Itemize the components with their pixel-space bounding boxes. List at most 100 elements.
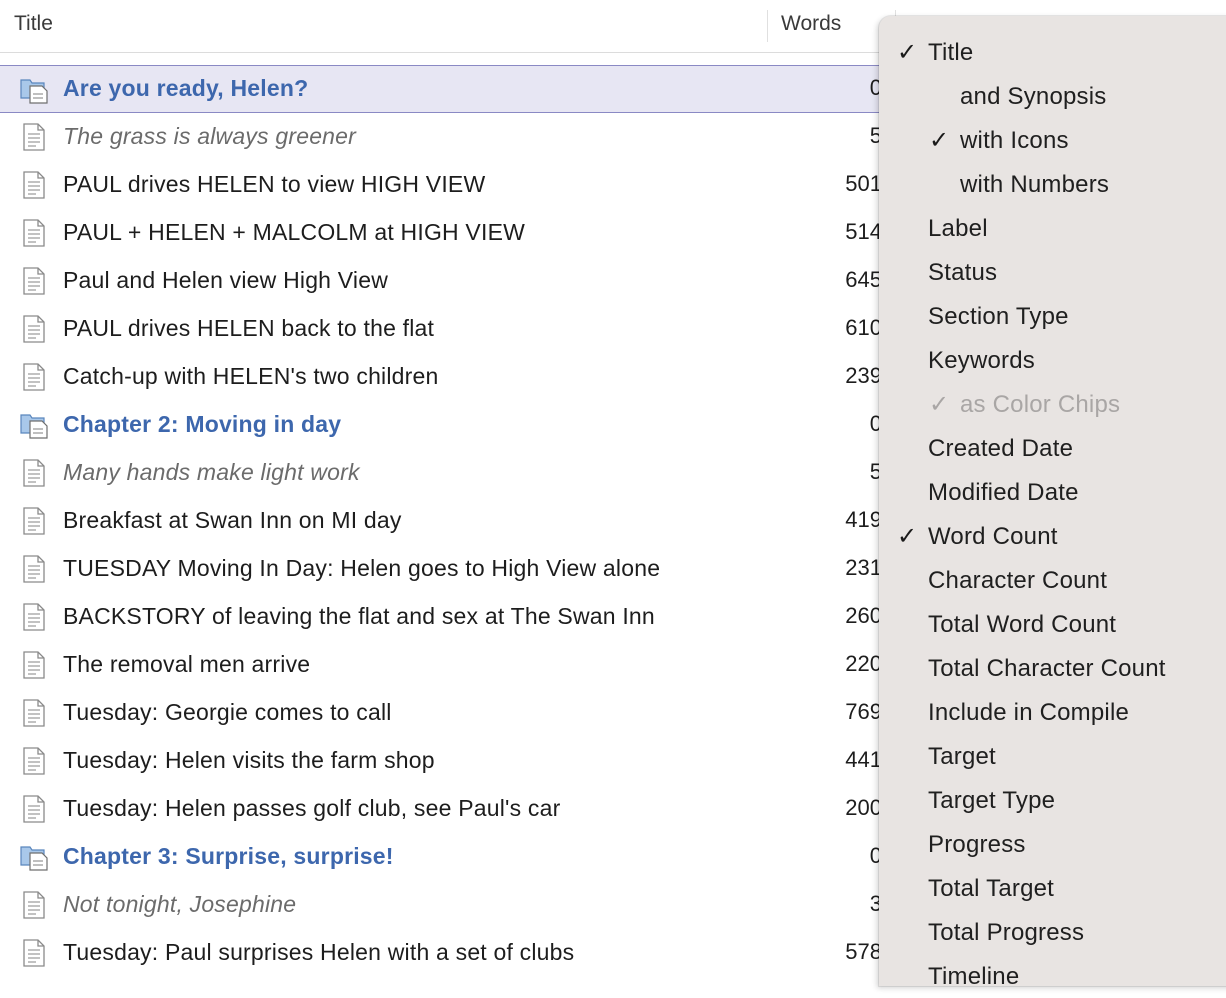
menu-item-title[interactable]: ✓ Title (879, 30, 1226, 74)
word-count: 200 (845, 795, 882, 820)
word-count: 3 (869, 891, 882, 916)
row-title: Many hands make light work (63, 459, 360, 485)
menu-item-label: Keywords (928, 347, 1035, 374)
menu-item-label: Status (928, 259, 998, 286)
menu-item-total-character-count[interactable]: Total Character Count (879, 646, 1226, 690)
menu-item-with-icons[interactable]: ✓ with Icons (879, 118, 1226, 162)
document-icon (20, 459, 50, 487)
document-icon (20, 171, 50, 199)
row-title: Tuesday: Georgie comes to call (63, 699, 392, 725)
document-icon (20, 219, 50, 247)
menu-item-label: Total Word Count (928, 611, 1117, 638)
row-title: Tuesday: Paul surprises Helen with a set… (63, 939, 575, 965)
word-count: 239 (845, 363, 882, 388)
menu-item-as-color-chips: ✓ as Color Chips (879, 382, 1226, 426)
row-title: Are you ready, Helen? (63, 75, 309, 101)
row-title: Tuesday: Helen visits the farm shop (63, 747, 435, 773)
checkmark-icon: ✓ (929, 126, 950, 154)
row-title: TUESDAY Moving In Day: Helen goes to Hig… (63, 555, 661, 581)
menu-item-label: Section Type (928, 303, 1069, 330)
column-separator[interactable] (767, 10, 768, 42)
document-icon (20, 555, 50, 583)
word-count: 231 (845, 555, 882, 580)
document-icon (20, 651, 50, 679)
word-count: 441 (845, 747, 882, 772)
menu-item-label: Total Character Count (928, 655, 1166, 682)
folder-doc-icon (20, 411, 50, 439)
row-title: PAUL drives HELEN back to the flat (63, 315, 435, 341)
menu-item-label: as Color Chips (960, 391, 1121, 418)
menu-item-label: Include in Compile (928, 699, 1130, 726)
menu-list: ✓ Title and Synopsis ✓ with Icons with Number… (879, 30, 1226, 998)
word-count: 0 (869, 843, 882, 868)
menu-item-label: Created Date (928, 435, 1074, 462)
menu-item-label: Target Type (928, 787, 1056, 814)
row-title: Chapter 3: Surprise, surprise! (63, 843, 394, 869)
menu-item-target[interactable]: Target (879, 734, 1226, 778)
folder-doc-icon (20, 76, 50, 104)
menu-item-total-target[interactable]: Total Target (879, 866, 1226, 910)
menu-item-label: Title (928, 39, 974, 66)
menu-item-timeline[interactable]: Timeline (879, 954, 1226, 998)
document-icon (20, 123, 50, 151)
row-title: Tuesday: Helen passes golf club, see Pau… (63, 795, 561, 821)
words-column-header[interactable]: Words (781, 12, 841, 36)
folder-doc-icon (20, 843, 50, 871)
menu-item-total-progress[interactable]: Total Progress (879, 910, 1226, 954)
menu-item-include-in-compile[interactable]: Include in Compile (879, 690, 1226, 734)
word-count: 220 (845, 651, 882, 676)
menu-item-label: and Synopsis (960, 83, 1107, 110)
checkmark-icon: ✓ (929, 390, 950, 418)
menu-item-section-type[interactable]: Section Type (879, 294, 1226, 338)
menu-item-label: Progress (928, 831, 1026, 858)
document-icon (20, 699, 50, 727)
row-title: BACKSTORY of leaving the flat and sex at… (63, 603, 655, 629)
menu-item-character-count[interactable]: Character Count (879, 558, 1226, 602)
menu-item-label: with Icons (960, 127, 1069, 154)
menu-item-target-type[interactable]: Target Type (879, 778, 1226, 822)
columns-context-menu: ✓ Title and Synopsis ✓ with Icons with Number… (879, 16, 1226, 990)
document-icon (20, 891, 50, 919)
word-count: 514 (845, 219, 882, 244)
document-icon (20, 795, 50, 823)
document-icon (20, 507, 50, 535)
row-title: PAUL + HELEN + MALCOLM at HIGH VIEW (63, 219, 526, 245)
word-count: 0 (869, 75, 882, 100)
word-count: 769 (845, 699, 882, 724)
row-title: Paul and Helen view High View (63, 267, 389, 293)
row-title: Catch-up with HELEN's two children (63, 363, 439, 389)
row-title: The grass is always greener (63, 123, 357, 149)
word-count: 578 (845, 939, 882, 964)
document-icon (20, 363, 50, 391)
word-count: 419 (845, 507, 882, 532)
title-column-header[interactable]: Title (14, 12, 53, 36)
menu-item-label: Character Count (928, 567, 1108, 594)
row-title: PAUL drives HELEN to view HIGH VIEW (63, 171, 486, 197)
word-count: 260 (845, 603, 882, 628)
word-count: 501 (845, 171, 882, 196)
menu-item-status[interactable]: Status (879, 250, 1226, 294)
menu-item-word-count[interactable]: ✓ Word Count (879, 514, 1226, 558)
menu-item-and-synopsis[interactable]: and Synopsis (879, 74, 1226, 118)
menu-item-label: Target (928, 743, 996, 770)
row-title: Breakfast at Swan Inn on MI day (63, 507, 402, 533)
document-icon (20, 267, 50, 295)
menu-item-label: Total Target (928, 875, 1055, 902)
document-icon (20, 747, 50, 775)
document-icon (20, 939, 50, 967)
menu-item-label: Word Count (928, 523, 1058, 550)
menu-item-created-date[interactable]: Created Date (879, 426, 1226, 470)
menu-item-modified-date[interactable]: Modified Date (879, 470, 1226, 514)
menu-item-label: Timeline (928, 963, 1020, 990)
word-count: 610 (845, 315, 882, 340)
row-title: Not tonight, Josephine (63, 891, 297, 917)
menu-item-label[interactable]: Label (879, 206, 1226, 250)
menu-item-keywords[interactable]: Keywords (879, 338, 1226, 382)
word-count: 5 (869, 459, 882, 484)
checkmark-icon: ✓ (897, 522, 918, 550)
menu-item-progress[interactable]: Progress (879, 822, 1226, 866)
word-count: 645 (845, 267, 882, 292)
row-title: The removal men arrive (63, 651, 311, 677)
menu-item-with-numbers[interactable]: with Numbers (879, 162, 1226, 206)
menu-item-total-word-count[interactable]: Total Word Count (879, 602, 1226, 646)
